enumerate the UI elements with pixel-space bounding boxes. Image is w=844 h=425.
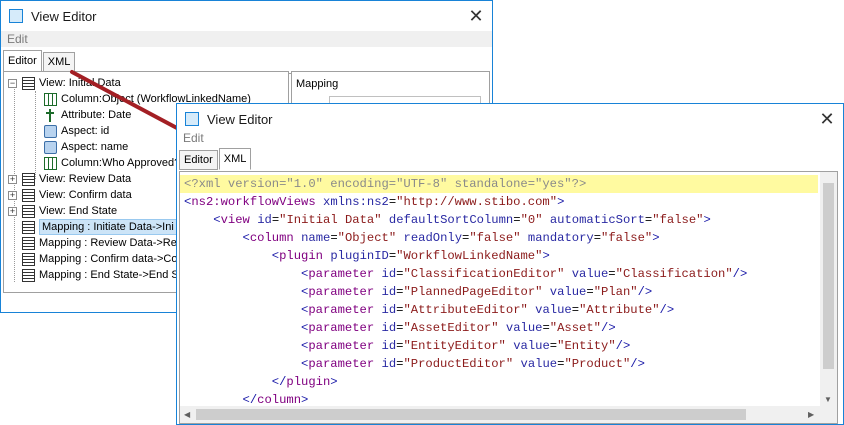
xml-line[interactable]: <parameter id="AssetEditor" value="Asset…	[180, 319, 616, 337]
expand-icon[interactable]: +	[8, 206, 17, 216]
tab-area	[179, 148, 838, 172]
expand-icon[interactable]: +	[8, 190, 17, 200]
view-icon	[22, 204, 35, 218]
xml-line[interactable]: <parameter id="PlannedPageEditor" value=…	[180, 283, 652, 301]
xml-line[interactable]: <parameter id="ClassificationEditor" val…	[180, 265, 747, 283]
expand-icon[interactable]: +	[8, 174, 17, 184]
xml-line[interactable]: <plugin pluginID="WorkflowLinkedName">	[180, 247, 550, 265]
window-title: View Editor	[207, 111, 273, 127]
column-icon	[44, 156, 57, 170]
scroll-down-icon[interactable]: ▼	[824, 395, 832, 405]
scroll-thumb[interactable]	[196, 409, 746, 420]
close-icon[interactable]: ✕	[466, 6, 486, 26]
tab-editor[interactable]: Editor	[3, 50, 42, 72]
tab-strip: Editor XML	[179, 148, 252, 170]
xml-line[interactable]: <parameter id="ProductEditor" value="Pro…	[180, 355, 645, 373]
tree-node-mapping[interactable]: Mapping : Confirm data->Co	[22, 251, 177, 267]
column-icon	[44, 92, 57, 106]
app-icon	[185, 112, 199, 126]
scroll-right-icon[interactable]: ▶	[808, 410, 814, 420]
view-icon	[22, 188, 35, 202]
title-bar[interactable]: View Editor ✕	[1, 1, 492, 31]
tree-node-view[interactable]: + View: End State	[8, 203, 117, 219]
mapping-icon	[22, 236, 35, 250]
tree-node-view[interactable]: − View: Initial Data	[8, 75, 121, 91]
tree-node-aspect[interactable]: Aspect: id	[44, 123, 109, 139]
scrollbar-corner	[820, 406, 837, 423]
menu-edit[interactable]: Edit	[1, 31, 492, 47]
window-title: View Editor	[31, 8, 97, 24]
close-icon[interactable]: ✕	[817, 109, 837, 129]
tree-node-attribute[interactable]: Attribute: Date	[44, 107, 131, 123]
tree-node-view[interactable]: + View: Confirm data	[8, 187, 132, 203]
xml-line[interactable]: <view id="Initial Data" defaultSortColum…	[180, 211, 711, 229]
collapse-icon[interactable]: −	[8, 78, 17, 88]
menu-edit[interactable]: Edit	[177, 130, 843, 148]
mapping-icon	[22, 268, 35, 282]
vertical-scrollbar[interactable]: ▼	[820, 172, 837, 408]
tree-node-column[interactable]: Column:Who Approved?	[44, 155, 180, 171]
attribute-icon	[44, 108, 57, 122]
tree-node-mapping[interactable]: Mapping : Initiate Data->Ini	[22, 219, 177, 235]
horizontal-scrollbar[interactable]: ◀ ▶	[180, 406, 822, 423]
xml-line[interactable]: <parameter id="EntityEditor" value="Enti…	[180, 337, 630, 355]
mapping-icon	[22, 252, 35, 266]
scroll-left-icon[interactable]: ◀	[184, 410, 190, 420]
mapping-label: Mapping	[296, 78, 339, 90]
xml-line[interactable]: <parameter id="AttributeEditor" value="A…	[180, 301, 674, 319]
view-icon	[22, 172, 35, 186]
mapping-icon	[22, 220, 35, 234]
tab-strip: Editor XML	[3, 50, 76, 72]
xml-line[interactable]: <ns2:workflowViews xmlns:ns2="http://www…	[180, 193, 564, 211]
view-editor-window-front: View Editor ✕ Edit Editor XML <?xml vers…	[176, 103, 844, 425]
xml-line[interactable]: <?xml version="1.0" encoding="UTF-8" sta…	[180, 175, 818, 193]
xml-line[interactable]: <column name="Object" readOnly="false" m…	[180, 229, 660, 247]
xml-line[interactable]: </plugin>	[180, 373, 338, 391]
tab-xml[interactable]: XML	[218, 148, 252, 170]
view-icon	[22, 76, 35, 90]
app-icon	[9, 9, 23, 23]
aspect-icon	[44, 124, 57, 138]
xml-editor[interactable]: <?xml version="1.0" encoding="UTF-8" sta…	[179, 171, 838, 424]
tree-node-mapping[interactable]: Mapping : End State->End S	[22, 267, 179, 283]
scroll-thumb[interactable]	[823, 183, 834, 369]
aspect-icon	[44, 140, 57, 154]
tree-node-mapping[interactable]: Mapping : Review Data->Re	[22, 235, 177, 251]
tab-xml[interactable]: XML	[42, 52, 76, 72]
tab-editor[interactable]: Editor	[179, 150, 218, 170]
tree-node-view[interactable]: + View: Review Data	[8, 171, 131, 187]
tree-node-aspect[interactable]: Aspect: name	[44, 139, 128, 155]
